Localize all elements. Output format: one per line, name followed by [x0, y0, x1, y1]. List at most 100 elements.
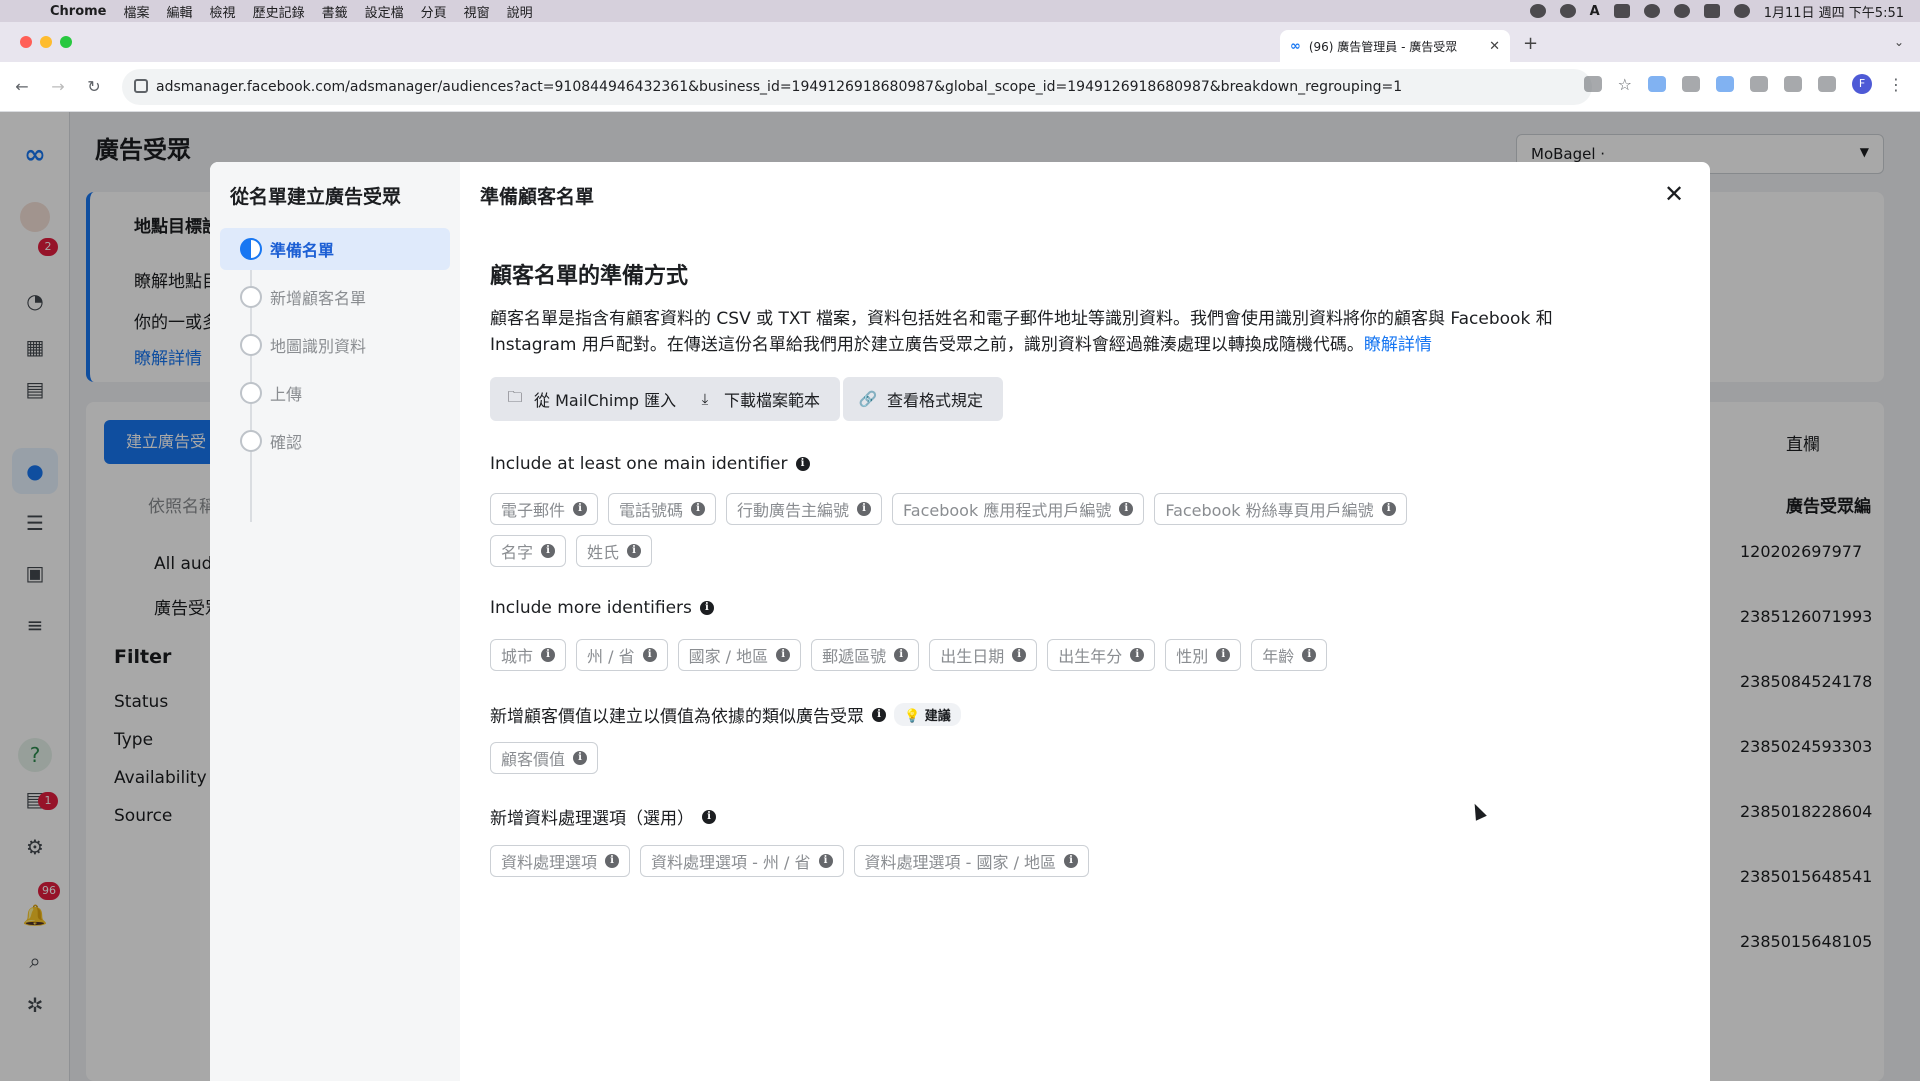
step-add-customer-list[interactable]: 新增顧客名單: [220, 276, 450, 318]
info-icon[interactable]: i: [691, 502, 706, 516]
menu-file[interactable]: 檔案: [124, 2, 150, 21]
menu-app-name[interactable]: Chrome: [50, 4, 107, 19]
chip-label: 名字: [501, 543, 534, 562]
info-icon[interactable]: i: [605, 854, 620, 868]
info-icon[interactable]: i: [573, 751, 588, 765]
menu-window[interactable]: 視窗: [464, 2, 490, 21]
side-panel-icon[interactable]: [1818, 76, 1836, 92]
import-mailchimp-button[interactable]: 🗀 從 MailChimp 匯入: [490, 377, 697, 421]
bookmark-star-icon[interactable]: ☆: [1618, 75, 1632, 94]
back-arrow-icon[interactable]: ←: [12, 77, 32, 96]
forward-arrow-icon[interactable]: →: [48, 77, 68, 96]
extension-icon-1[interactable]: [1648, 76, 1666, 92]
identifier-chip-dpo-country: 資料處理選項 - 國家 / 地區 i: [853, 845, 1090, 877]
chip-label: 郵遞區號: [822, 647, 887, 666]
chip-label: Facebook 應用程式用戶編號: [903, 501, 1112, 520]
info-icon[interactable]: i: [573, 502, 588, 516]
chip-label: 性別: [1176, 647, 1209, 666]
step-confirm[interactable]: 確認: [220, 420, 450, 462]
info-icon[interactable]: i: [1012, 648, 1027, 662]
new-tab-button[interactable]: +: [1523, 33, 1538, 54]
info-icon[interactable]: i: [795, 457, 810, 471]
suggested-badge-label: 建議: [924, 709, 951, 724]
input-method-indicator[interactable]: A: [1590, 4, 1600, 19]
info-icon[interactable]: i: [699, 601, 714, 615]
info-icon[interactable]: i: [872, 707, 886, 722]
media-icon[interactable]: [1559, 4, 1576, 18]
extensions-puzzle-icon[interactable]: [1750, 76, 1768, 92]
menu-history[interactable]: 歷史記錄: [253, 2, 305, 21]
identifier-chip-state: 州 / 省 i: [576, 639, 668, 671]
data-processing-label: 新增資料處理選項（選用） i: [490, 804, 716, 829]
menu-profiles[interactable]: 設定檔: [365, 2, 404, 21]
menubar-datetime[interactable]: 1月11日 週四 下午5:51: [1764, 2, 1904, 21]
info-icon[interactable]: i: [642, 648, 657, 662]
main-identifiers-list: 電子郵件 i 電話號碼 i 行動廣告主編號 i Facebook 應用程式用戶編號 i …: [490, 493, 1490, 567]
window-zoom-button[interactable]: [60, 36, 72, 48]
site-info-icon[interactable]: [134, 79, 148, 93]
step-map-identifiers[interactable]: 地圖識別資料: [220, 324, 450, 366]
info-icon[interactable]: i: [627, 544, 642, 558]
identifier-chip-dpo: 資料處理選項 i: [490, 845, 631, 877]
menu-tab[interactable]: 分頁: [421, 2, 447, 21]
identifier-chip-last-name: 姓氏 i: [576, 535, 653, 567]
close-icon[interactable]: ✕: [1660, 180, 1688, 208]
spotlight-search-icon[interactable]: [1673, 4, 1690, 18]
info-icon[interactable]: i: [776, 648, 791, 662]
extension-icon-2[interactable]: [1682, 76, 1700, 92]
chip-label: 行動廣告主編號: [737, 501, 850, 520]
address-url[interactable]: adsmanager.facebook.com/adsmanager/audie…: [156, 79, 1402, 95]
profile-avatar[interactable]: F: [1852, 74, 1872, 94]
install-app-icon[interactable]: [1583, 76, 1602, 92]
info-icon[interactable]: i: [541, 544, 556, 558]
battery-icon[interactable]: [1613, 4, 1630, 18]
more-identifiers-list: 城市 i 州 / 省 i 國家 / 地區 i 郵遞區號 i 出生日期 i 出生年分 i 性別…: [490, 639, 1490, 671]
identifier-chip-dpo-state: 資料處理選項 - 州 / 省 i: [640, 845, 844, 877]
browser-tab-active[interactable]: ∞ (96) 廣告管理員 - 廣告受眾 ✕: [1280, 30, 1510, 62]
info-icon[interactable]: i: [1381, 502, 1396, 516]
tab-close-icon[interactable]: ✕: [1489, 39, 1500, 54]
chrome-menu-icon[interactable]: ⋮: [1888, 75, 1904, 94]
step-prepare-list[interactable]: 準備名單: [220, 228, 450, 270]
info-icon[interactable]: i: [1216, 648, 1231, 662]
control-center-icon[interactable]: [1703, 4, 1720, 18]
menu-view[interactable]: 檢視: [210, 2, 236, 21]
menu-bookmarks[interactable]: 書籤: [322, 2, 348, 21]
line-app-icon[interactable]: [1529, 4, 1546, 18]
meta-logo-icon: ∞: [1290, 38, 1301, 54]
view-format-guidelines-button[interactable]: 🔗 查看格式規定: [843, 377, 1004, 421]
translate-extension-icon[interactable]: [1716, 76, 1734, 92]
info-icon[interactable]: i: [541, 648, 556, 662]
siri-icon[interactable]: [1733, 4, 1750, 18]
info-icon[interactable]: i: [1302, 648, 1317, 662]
menu-edit[interactable]: 編輯: [167, 2, 193, 21]
list-description: 顧客名單是指含有顧客資料的 CSV 或 TXT 檔案，資料包括姓名和電子郵件地址…: [490, 306, 1570, 358]
info-icon[interactable]: i: [857, 502, 872, 516]
customer-value-label: 新增顧客價值以建立以價值為依據的類似廣告受眾 i 💡 建議: [490, 702, 961, 727]
chip-label: 資料處理選項: [501, 853, 598, 872]
data-processing-text: 新增資料處理選項（選用）: [490, 809, 694, 829]
identifier-chip-fb-page-uid: Facebook 粉絲專頁用戶編號 i: [1154, 493, 1407, 525]
dialog-side-title: 從名單建立廣告受眾: [230, 186, 402, 208]
media-controls-icon[interactable]: [1784, 76, 1802, 92]
learn-more-link[interactable]: 瞭解詳情: [1364, 335, 1432, 355]
info-icon[interactable]: i: [894, 648, 909, 662]
address-bar[interactable]: adsmanager.facebook.com/adsmanager/audie…: [122, 69, 1592, 105]
identifier-chip-fb-app-uid: Facebook 應用程式用戶編號 i: [892, 493, 1145, 525]
reload-icon[interactable]: ↻: [84, 77, 104, 96]
wifi-icon[interactable]: [1643, 4, 1660, 18]
window-close-button[interactable]: [20, 36, 32, 48]
chip-label: 資料處理選項 - 國家 / 地區: [864, 853, 1057, 872]
download-template-button[interactable]: ⤓ 下載檔案範本: [680, 377, 841, 421]
info-icon[interactable]: i: [702, 809, 716, 824]
tab-search-icon[interactable]: ⌄: [1894, 35, 1904, 49]
info-icon[interactable]: i: [1064, 854, 1079, 868]
suggested-badge: 💡 建議: [894, 703, 961, 726]
info-icon[interactable]: i: [1130, 648, 1145, 662]
window-minimize-button[interactable]: [40, 36, 52, 48]
info-icon[interactable]: i: [818, 854, 833, 868]
step-upload[interactable]: 上傳: [220, 372, 450, 414]
menu-help[interactable]: 說明: [507, 2, 533, 21]
identifier-chip-city: 城市 i: [490, 639, 567, 671]
info-icon[interactable]: i: [1119, 502, 1134, 516]
